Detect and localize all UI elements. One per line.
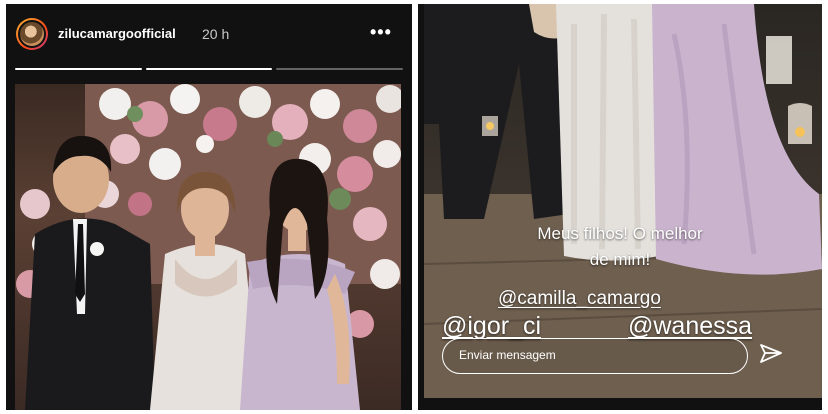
caption-line-2: de mim! [589,250,651,269]
story-panel-left[interactable]: zilucamargoofficial 20 h ••• [6,4,412,410]
progress-segment [15,68,142,70]
story-panel-right[interactable]: Meus filhos! O melhor de mim! @camilla_c… [418,4,822,410]
username[interactable]: zilucamargoofficial [58,26,176,41]
story-photo [15,84,401,410]
mention-tag[interactable]: @camilla_camargo [498,288,661,310]
mention-tag[interactable]: @igor_ci [442,312,541,341]
photo-illustration [16,84,401,410]
progress-segment [145,68,273,70]
progress-segment [276,68,404,70]
story-progress-bar [15,68,404,70]
avatar-photo [18,20,46,48]
reply-box[interactable] [442,338,748,374]
person-man-legs [424,4,574,219]
message-input[interactable] [459,339,729,372]
lace-dress [556,4,669,261]
more-options-icon[interactable]: ••• [370,22,392,43]
mention-tag[interactable]: @wanessa [628,312,752,341]
timestamp: 20 h [202,26,230,42]
caption-line-1: Meus filhos! O melhor [537,224,703,243]
send-icon[interactable] [758,341,784,367]
user-avatar[interactable] [16,18,48,50]
